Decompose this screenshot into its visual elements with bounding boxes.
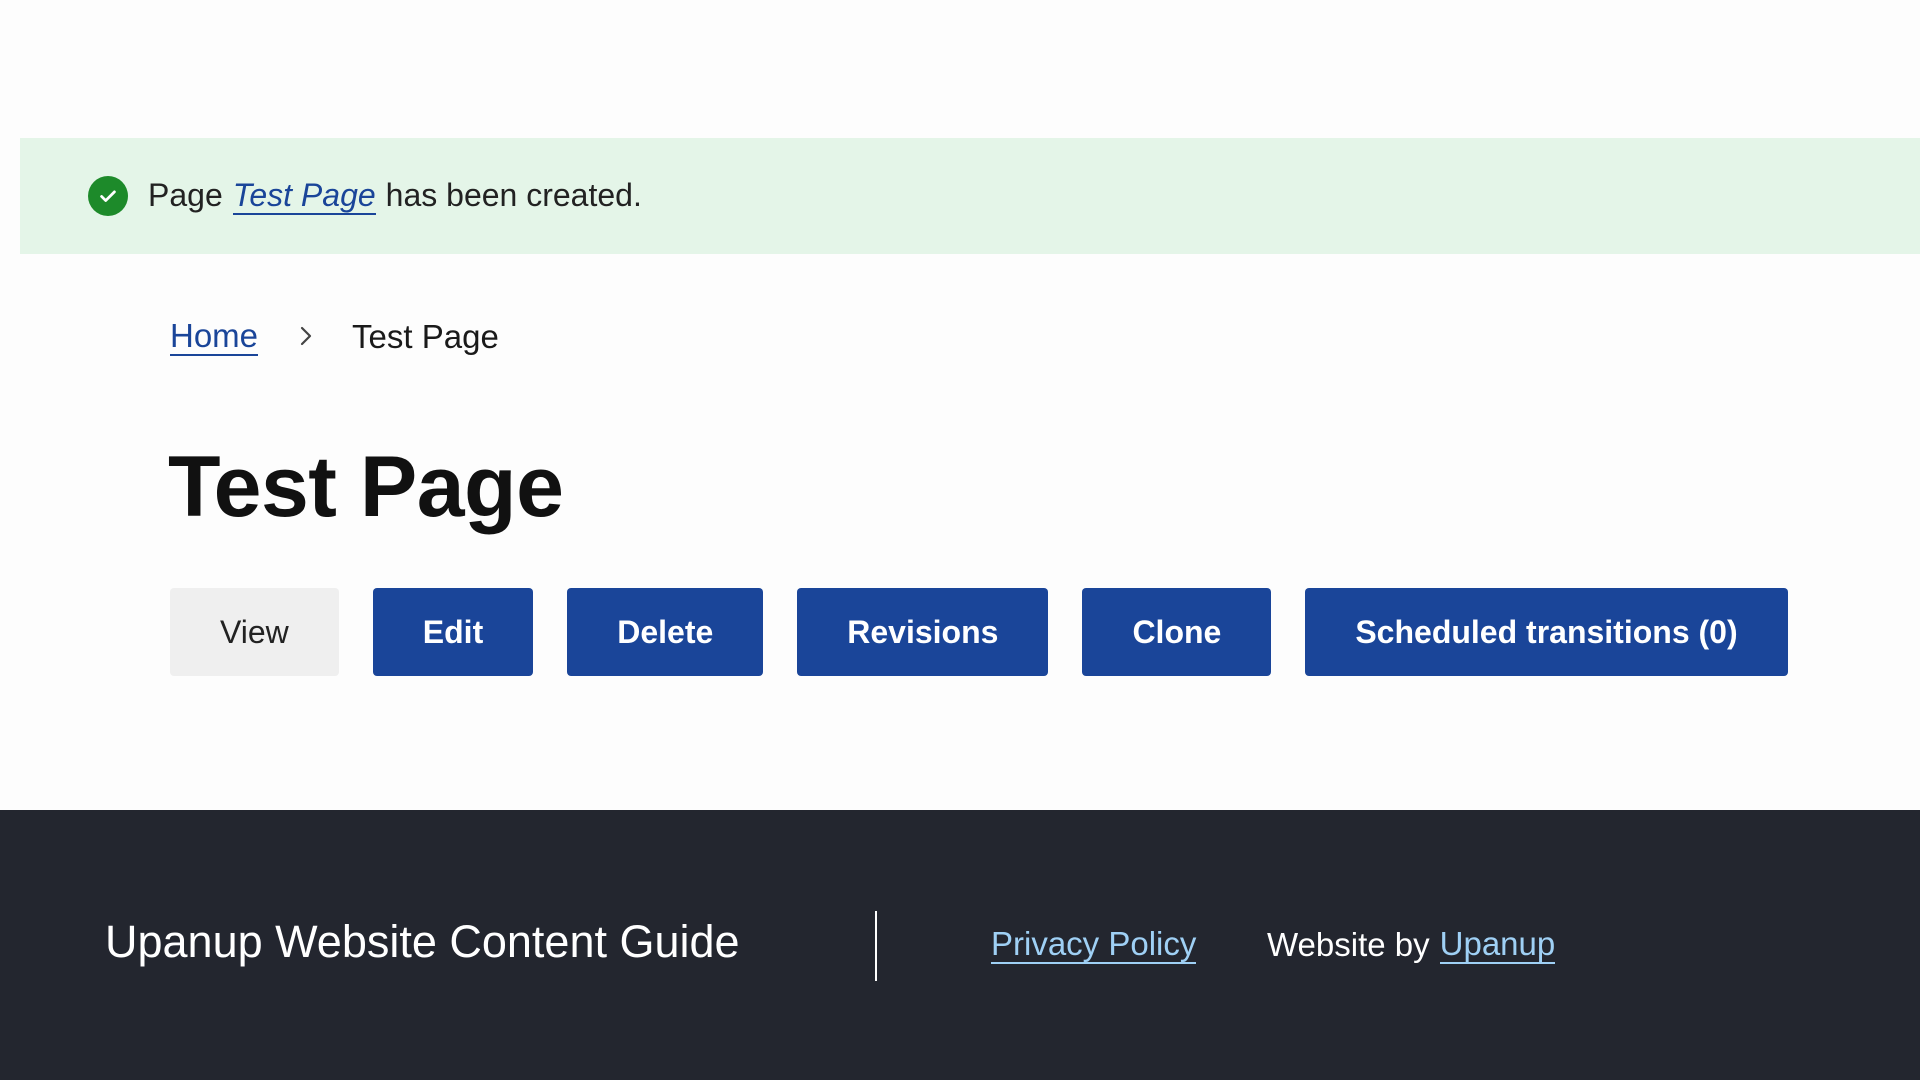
footer-credit-prefix: Website by	[1267, 926, 1430, 963]
site-footer: Upanup Website Content Guide Privacy Pol…	[0, 810, 1920, 1080]
page-title: Test Page	[168, 439, 564, 535]
tab-clone[interactable]: Clone	[1082, 588, 1272, 676]
tab-edit[interactable]: Edit	[372, 588, 534, 676]
breadcrumb-current: Test Page	[352, 318, 499, 356]
upanup-link[interactable]: Upanup	[1439, 925, 1556, 965]
privacy-policy-link[interactable]: Privacy Policy	[991, 925, 1197, 965]
status-message: Page Test Page has been created.	[20, 138, 1920, 254]
status-prefix: Page	[148, 176, 223, 213]
tab-scheduled-transitions[interactable]: Scheduled transitions (0)	[1305, 588, 1788, 676]
status-text: Page Test Page has been created.	[148, 176, 642, 216]
footer-credit: Website by Upanup	[1267, 925, 1556, 965]
check-circle-icon	[88, 176, 128, 216]
tab-delete[interactable]: Delete	[567, 588, 764, 676]
local-tasks-tabs: View Edit Delete Revisions Clone Schedul…	[170, 588, 1822, 676]
status-page-link[interactable]: Test Page	[232, 177, 376, 216]
footer-site-name: Upanup Website Content Guide	[105, 916, 740, 967]
breadcrumb-home-link[interactable]: Home	[170, 317, 259, 357]
chevron-right-icon	[258, 318, 352, 356]
breadcrumb: Home Test Page	[170, 317, 499, 357]
tab-view[interactable]: View	[170, 588, 339, 676]
status-suffix: has been created.	[385, 176, 642, 213]
footer-divider	[875, 911, 877, 981]
tab-revisions[interactable]: Revisions	[797, 588, 1049, 676]
